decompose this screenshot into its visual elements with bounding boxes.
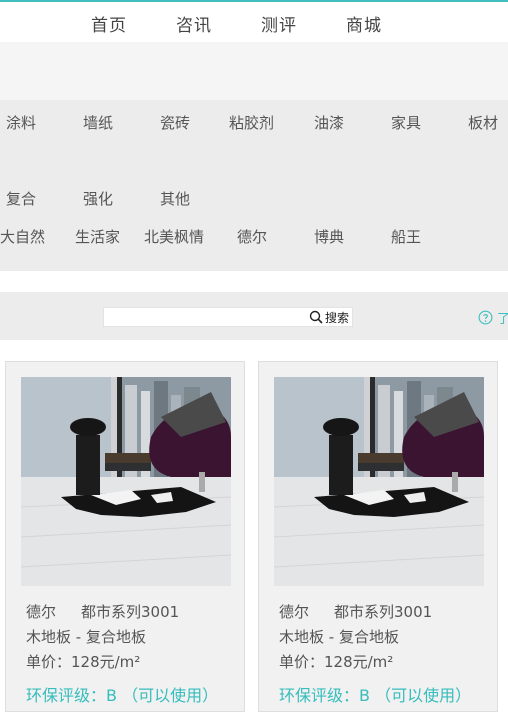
banner-area — [0, 42, 508, 100]
search-icon — [309, 310, 323, 324]
help-icon — [478, 310, 493, 325]
filter-material-lacquer[interactable]: 油漆 — [314, 112, 344, 133]
search-row: 搜索 了 — [0, 292, 508, 340]
product-price: 单价：128元/m² — [279, 653, 394, 671]
filter-brand-daziran[interactable]: 大自然 — [0, 226, 45, 247]
search-button-label: 搜索 — [324, 310, 349, 325]
product-series: 都市系列3001 — [81, 603, 180, 621]
top-navigation-bar: 首页 咨讯 测评 商城 — [0, 0, 508, 42]
filter-type-other[interactable]: 其他 — [160, 188, 190, 209]
nav-item-reviews[interactable]: 测评 — [261, 11, 297, 36]
filter-material-board[interactable]: 板材 — [468, 112, 498, 133]
product-category: 木地板 - 复合地板 — [279, 628, 399, 646]
main-nav: 首页 咨讯 测评 商城 — [0, 11, 508, 37]
product-price: 单价：128元/m² — [26, 653, 141, 671]
filter-material-wallpaper[interactable]: 墙纸 — [83, 112, 113, 133]
product-brand: 德尔 — [279, 603, 310, 621]
filter-brand-shenghuojia[interactable]: 生活家 — [75, 226, 120, 247]
help-link[interactable]: 了 — [478, 308, 508, 327]
eco-rating: 环保评级：B （可以使用） — [26, 686, 219, 705]
search-input[interactable]: 搜索 — [103, 307, 353, 327]
filter-panel: 涂料 墙纸 瓷砖 粘胶剂 油漆 家具 板材 复合 强化 其他 大自然 生活家 北… — [0, 100, 508, 271]
product-category: 木地板 - 复合地板 — [26, 628, 146, 646]
filter-brand-bodian[interactable]: 博典 — [314, 226, 344, 247]
nav-item-news[interactable]: 咨讯 — [176, 11, 212, 36]
product-series: 都市系列3001 — [334, 603, 433, 621]
help-text: 了 — [497, 312, 508, 327]
filter-type-reinforced[interactable]: 强化 — [83, 188, 113, 209]
product-brand: 德尔 — [26, 603, 57, 621]
filter-brand-chuanwang[interactable]: 船王 — [391, 226, 421, 247]
product-card[interactable]: 德尔 都市系列3001 木地板 - 复合地板 单价：128元/m² 环保评级：B… — [5, 361, 245, 712]
filter-type-composite[interactable]: 复合 — [6, 188, 36, 209]
filter-material-adhesive[interactable]: 粘胶剂 — [229, 112, 274, 133]
filter-material-furniture[interactable]: 家具 — [391, 112, 421, 133]
product-image[interactable] — [274, 377, 484, 586]
filter-brand-der[interactable]: 德尔 — [237, 226, 267, 247]
product-image[interactable] — [21, 377, 231, 586]
nav-item-mall[interactable]: 商城 — [346, 11, 382, 36]
nav-item-home[interactable]: 首页 — [91, 11, 127, 36]
filter-material-paint[interactable]: 涂料 — [6, 112, 36, 133]
product-card[interactable]: 德尔 都市系列3001 木地板 - 复合地板 单价：128元/m² 环保评级：B… — [258, 361, 498, 712]
filter-brand-beimei-fengqing[interactable]: 北美枫情 — [144, 226, 204, 247]
filter-material-tile[interactable]: 瓷砖 — [160, 112, 190, 133]
eco-rating: 环保评级：B （可以使用） — [279, 686, 472, 705]
search-button[interactable]: 搜索 — [309, 308, 349, 326]
